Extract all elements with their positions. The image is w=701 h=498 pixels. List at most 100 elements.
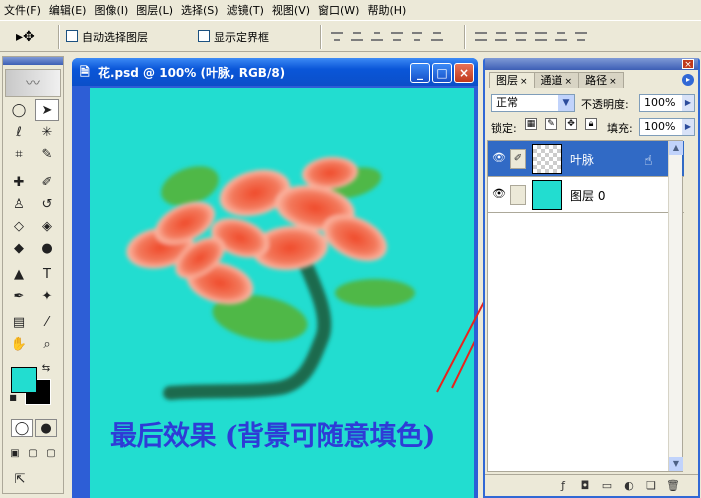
align-vcenter-icon[interactable] (350, 29, 364, 43)
hand-tool-icon[interactable]: ✋ (7, 333, 31, 355)
pen-tool-icon[interactable]: ✒ (7, 285, 31, 307)
chevron-down-icon: ▼ (558, 95, 574, 111)
brush-icon: ✐ (510, 149, 526, 169)
layers-panel-footer: ƒ ◘ ▭ ◐ ❏ 🗑︎ (485, 474, 698, 496)
jump-to-imageready-icon[interactable]: ⇱ (9, 469, 31, 489)
adjustment-layer-icon[interactable]: ◐ (622, 479, 636, 493)
screen-mode-standard-icon[interactable]: ▣ (7, 445, 23, 461)
distribute-left-icon[interactable] (534, 29, 548, 43)
feather-logo-icon[interactable]: 〰 (5, 69, 61, 97)
menu-window[interactable]: 窗口(W) (318, 2, 367, 18)
scroll-down-icon[interactable]: ▼ (669, 457, 683, 471)
toolbox-titlebar[interactable] (3, 57, 63, 65)
custom-shape-icon[interactable]: ✦ (35, 285, 59, 307)
layer-thumbnail (532, 144, 562, 174)
layer-row[interactable]: 👁︎ 图层 0 (488, 177, 684, 213)
history-brush-icon[interactable]: ↺ (35, 193, 59, 215)
tab-paths[interactable]: 路径 × (578, 72, 624, 88)
slice-tool-icon[interactable]: ✎ (35, 143, 59, 165)
lock-image-icon[interactable]: ✎ (545, 118, 557, 130)
distribute-bottom-icon[interactable] (514, 29, 528, 43)
magic-wand-icon[interactable]: ✳ (35, 121, 59, 143)
crop-tool-icon[interactable]: ⌗ (7, 143, 31, 165)
layers-panel: × 图层 × 通道 × 路径 × ▸ 正常 ▼ 不透明度: 100% ▶ 锁定: ▦ … (483, 58, 700, 498)
tab-channels[interactable]: 通道 × (533, 72, 580, 88)
new-layer-icon[interactable]: ❏ (644, 479, 658, 493)
move-tool-preset-icon[interactable]: ▸✥ (16, 27, 52, 47)
eye-icon[interactable]: 👁︎ (492, 151, 506, 165)
opacity-input[interactable]: 100% ▶ (639, 94, 695, 112)
clone-stamp-icon[interactable]: ♙ (7, 193, 31, 215)
lock-options: ▦ ✎ ✥ 🔒︎ (525, 118, 597, 130)
eyedropper-icon[interactable]: ⁄ (35, 311, 59, 333)
menu-filter[interactable]: 滤镜(T) (227, 2, 272, 18)
distribute-hcenter-icon[interactable] (554, 29, 568, 43)
paint-bucket-icon[interactable]: ◈ (35, 215, 59, 237)
distribute-top-icon[interactable] (474, 29, 488, 43)
menu-view[interactable]: 视图(V) (272, 2, 318, 18)
move-tool-icon[interactable]: ➤ (35, 99, 59, 121)
close-button[interactable]: × (454, 63, 474, 83)
zoom-tool-icon[interactable]: ⌕ (35, 333, 59, 355)
align-right-icon[interactable] (430, 29, 444, 43)
layer-row[interactable]: 👁︎ ✐ 叶脉 ☝ (488, 141, 684, 177)
swap-colors-icon[interactable]: ⇆ (39, 361, 53, 375)
quick-mask-icon[interactable]: ● (35, 419, 57, 437)
screen-mode-full-menu-icon[interactable]: ▢ (25, 445, 41, 461)
healing-brush-icon[interactable]: ✚ (7, 171, 31, 193)
menu-image[interactable]: 图像(I) (94, 2, 136, 18)
link-slot-icon (510, 185, 526, 205)
lock-all-icon[interactable]: 🔒︎ (585, 118, 597, 130)
maximize-button[interactable]: □ (432, 63, 452, 83)
align-hcenter-icon[interactable] (410, 29, 424, 43)
notes-tool-icon[interactable]: ▤ (7, 311, 31, 333)
screen-mode-full-icon[interactable]: ▢ (43, 445, 59, 461)
result-caption: 最后效果 (背景可随意填色) (110, 421, 435, 452)
scroll-up-icon[interactable]: ▲ (669, 141, 683, 155)
layer-mask-icon[interactable]: ◘ (578, 479, 592, 493)
blur-tool-icon[interactable]: ◆ (7, 237, 31, 259)
distribute-right-icon[interactable] (574, 29, 588, 43)
foreground-color-swatch[interactable] (11, 367, 37, 393)
lock-position-icon[interactable]: ✥ (565, 118, 577, 130)
align-left-icon[interactable] (390, 29, 404, 43)
lasso-tool-icon[interactable]: ℓ (7, 121, 31, 143)
blend-mode-value: 正常 (496, 96, 518, 109)
align-top-icon[interactable] (330, 29, 344, 43)
show-bounds-label: 显示定界框 (214, 31, 269, 44)
eye-icon[interactable]: 👁︎ (492, 187, 506, 201)
brush-tool-icon[interactable]: ✐ (35, 171, 59, 193)
delete-layer-icon[interactable]: 🗑︎ (666, 479, 680, 493)
annotation-arrow-line (451, 332, 478, 389)
fill-input[interactable]: 100% ▶ (639, 118, 695, 136)
menu-select[interactable]: 选择(S) (181, 2, 227, 18)
options-bar: ▸✥ 自动选择图层 显示定界框 (0, 20, 701, 52)
menu-file[interactable]: 文件(F) (4, 2, 49, 18)
panel-close-button[interactable]: × (682, 59, 694, 70)
eraser-tool-icon[interactable]: ◇ (7, 215, 31, 237)
layers-scrollbar[interactable]: ▲ ▼ (668, 141, 683, 471)
menu-help[interactable]: 帮助(H) (367, 2, 414, 18)
layers-panel-titlebar[interactable] (485, 58, 698, 70)
align-bottom-icon[interactable] (370, 29, 384, 43)
standard-mode-icon[interactable]: ◯ (11, 419, 33, 437)
image-canvas[interactable]: 最后效果 (背景可随意填色) (90, 88, 478, 498)
blend-mode-select[interactable]: 正常 ▼ (491, 94, 575, 112)
layer-style-icon[interactable]: ƒ (556, 479, 570, 493)
minimize-button[interactable]: _ (410, 63, 430, 83)
show-bounds-checkbox[interactable] (198, 30, 210, 42)
new-group-icon[interactable]: ▭ (600, 479, 614, 493)
tab-layers[interactable]: 图层 × (489, 72, 535, 88)
marquee-tool-icon[interactable]: ◯ (7, 99, 31, 121)
menu-layer[interactable]: 图层(L) (136, 2, 181, 18)
panel-menu-icon[interactable]: ▸ (682, 74, 694, 86)
distribute-vcenter-icon[interactable] (494, 29, 508, 43)
path-selection-icon[interactable]: ▲ (7, 263, 31, 285)
layer-name: 叶脉 (570, 153, 595, 167)
auto-select-layer-checkbox[interactable] (66, 30, 78, 42)
lock-transparency-icon[interactable]: ▦ (525, 118, 537, 130)
toolbox: 〰 ◯ ➤ ℓ ✳ ⌗ ✎ ✚ ✐ ♙ ↺ ◇ ◈ ◆ ● ▲ T ✒ ✦ ▤ … (2, 56, 64, 494)
dodge-tool-icon[interactable]: ● (35, 237, 59, 259)
menu-edit[interactable]: 编辑(E) (49, 2, 95, 18)
type-tool-icon[interactable]: T (35, 263, 59, 285)
